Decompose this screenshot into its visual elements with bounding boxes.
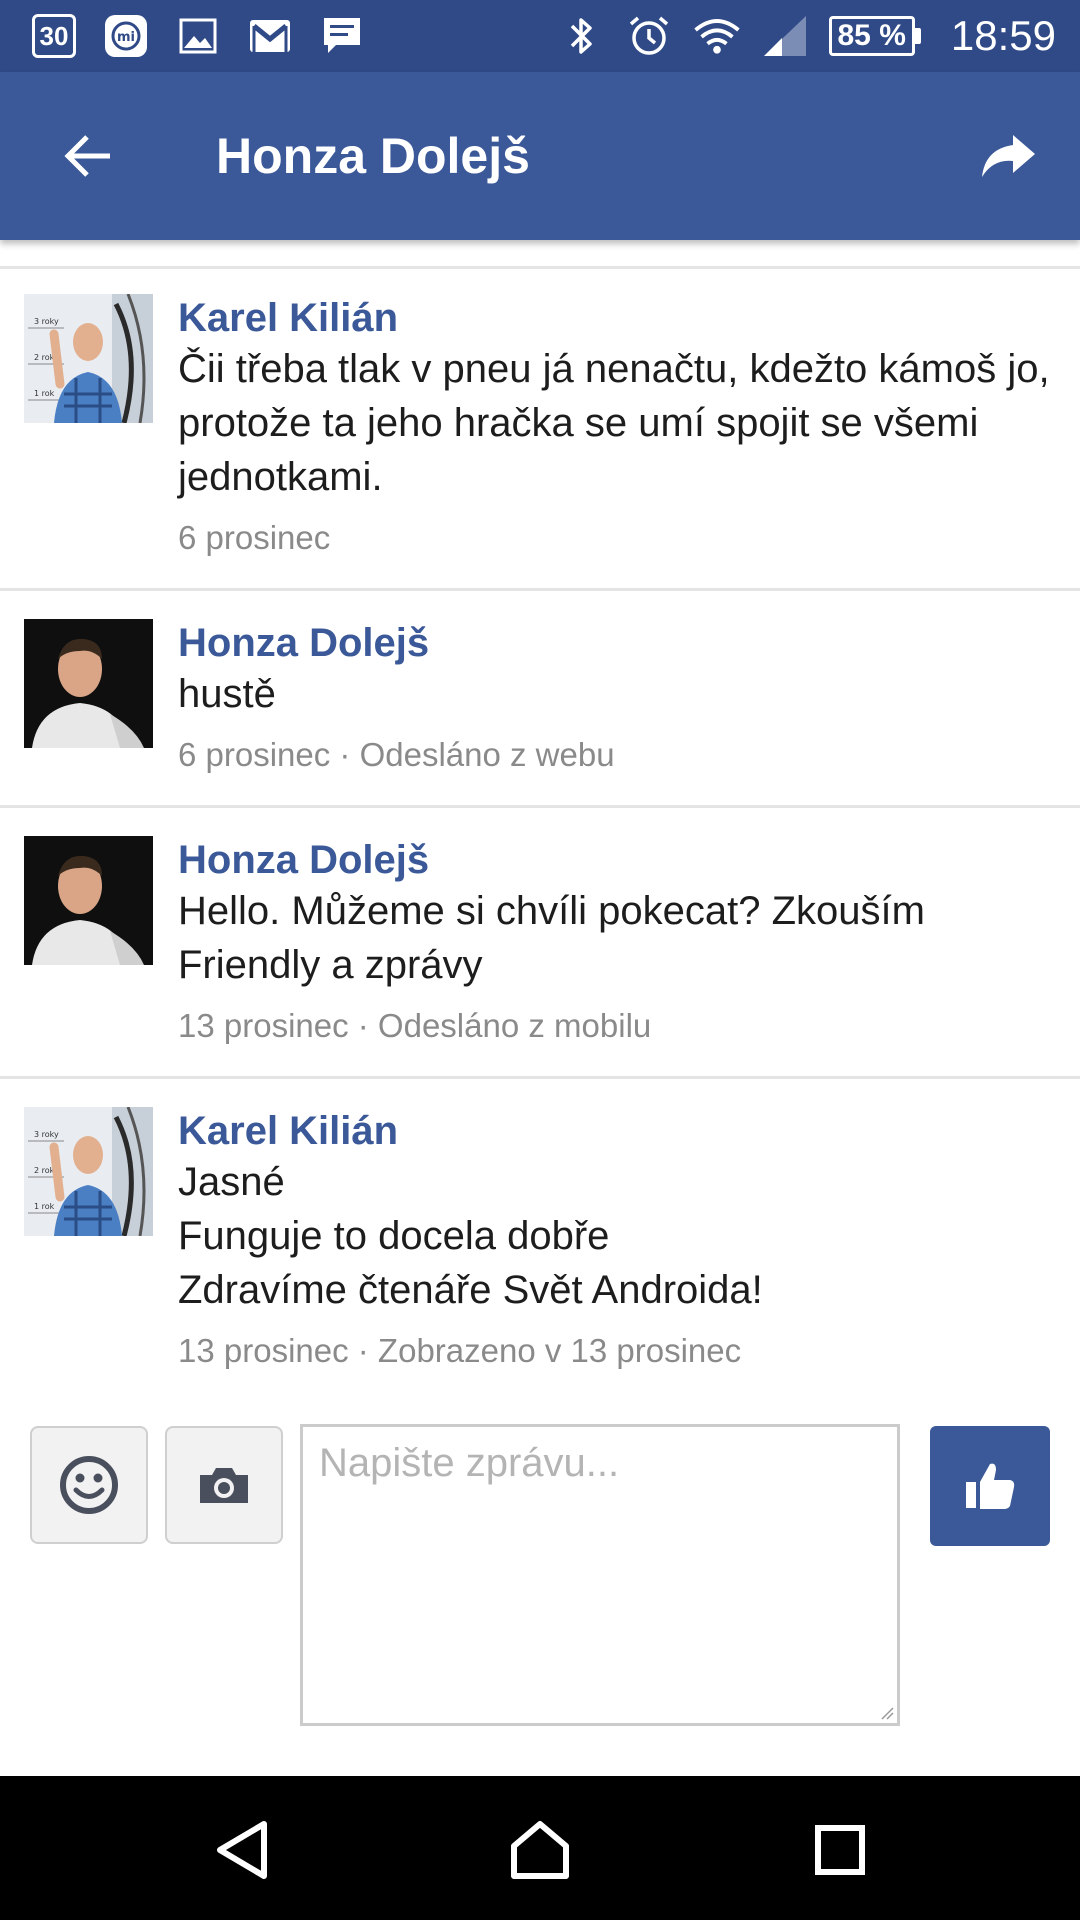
- message-meta: 13 prosinec · Zobrazeno v 13 prosinec: [178, 1332, 742, 1369]
- like-button[interactable]: [930, 1426, 1050, 1546]
- emoji-button[interactable]: [30, 1426, 148, 1544]
- avatar[interactable]: [24, 619, 153, 748]
- gmail-icon: [246, 12, 294, 60]
- conversation-title: Honza Dolejš: [216, 128, 530, 184]
- bluetooth-icon: [557, 12, 605, 60]
- message-line: Funguje to docela dobře: [178, 1214, 610, 1258]
- composer: Napište zprávu...: [0, 1410, 1080, 1770]
- messenger-screen: 30 mi 85 % 18:59 Honza Dolejš 3 roky 2 r…: [0, 0, 1080, 1920]
- svg-text:1 rok: 1 rok: [34, 389, 55, 398]
- resize-handle-icon[interactable]: [880, 1706, 894, 1720]
- share-icon[interactable]: [976, 124, 1040, 188]
- message-sender[interactable]: Karel Kilián: [178, 294, 1050, 342]
- thumbs-up-icon: [966, 1463, 1015, 1509]
- message-sender[interactable]: Honza Dolejš: [178, 836, 1050, 884]
- message-text: Čii třeba tlak v pneu já nenačtu, kdežto…: [178, 342, 1050, 504]
- camera-button[interactable]: [165, 1426, 283, 1544]
- emoji-icon: [60, 1456, 118, 1514]
- message-line: Zdravíme čtenáře Svět Androida!: [178, 1268, 763, 1312]
- avatar[interactable]: [24, 836, 153, 965]
- mi-label: mi: [117, 30, 135, 45]
- signal-icon: [761, 12, 809, 60]
- message-line: hustě: [178, 672, 276, 716]
- svg-text:3 roky: 3 roky: [34, 317, 59, 326]
- battery-icon: 85 %: [828, 16, 921, 56]
- message-item[interactable]: Honza Dolejš hustě 6 prosinec · Odesláno…: [0, 591, 1080, 808]
- camera-icon: [200, 1468, 248, 1503]
- system-icons: 85 % 18:59: [557, 12, 1056, 60]
- status-time: 18:59: [950, 12, 1056, 59]
- navigation-bar: [0, 1776, 1080, 1920]
- message-sender[interactable]: Karel Kilián: [178, 1107, 1050, 1155]
- battery-percent: 85 %: [828, 16, 915, 56]
- avatar[interactable]: 3 roky 2 roky 1 rok: [24, 294, 153, 423]
- message-item[interactable]: 3 roky 2 roky 1 rok Karel Kilián Jasné F…: [0, 1079, 1080, 1401]
- nav-recents-icon[interactable]: [802, 1812, 878, 1888]
- message-input[interactable]: Napište zprávu...: [300, 1424, 900, 1726]
- message-line: Čii třeba tlak v pneu já nenačtu, kdežto…: [178, 347, 1050, 499]
- arrow-back-icon[interactable]: [56, 124, 120, 188]
- avatar[interactable]: 3 roky 2 roky 1 rok: [24, 1107, 153, 1236]
- message-meta: 6 prosinec: [178, 519, 331, 556]
- message-line: Hello. Můžeme si chvíli pokecat? Zkouším…: [178, 889, 925, 987]
- message-text: hustě: [178, 667, 1050, 721]
- svg-text:3 roky: 3 roky: [34, 1130, 59, 1139]
- message-input-placeholder: Napište zprávu...: [319, 1441, 620, 1485]
- message-icon: [318, 12, 366, 60]
- message-text: Hello. Můžeme si chvíli pokecat? Zkouším…: [178, 884, 1050, 992]
- notification-icons: 30 mi: [30, 12, 366, 60]
- message-list: 3 roky 2 roky 1 rok Karel Kilián Čii tře…: [0, 266, 1080, 1401]
- message-item[interactable]: 3 roky 2 roky 1 rok Karel Kilián Čii tře…: [0, 266, 1080, 591]
- message-meta: 13 prosinec · Odesláno z mobilu: [178, 1007, 652, 1044]
- calendar-day: 30: [32, 14, 76, 58]
- message-item[interactable]: Honza Dolejš Hello. Můžeme si chvíli pok…: [0, 808, 1080, 1079]
- status-bar: 30 mi 85 % 18:59: [0, 0, 1080, 72]
- app-bar: Honza Dolejš: [0, 72, 1080, 240]
- svg-text:1 rok: 1 rok: [34, 1202, 55, 1211]
- nav-home-icon[interactable]: [502, 1812, 578, 1888]
- gallery-icon: [174, 12, 222, 60]
- wifi-icon: [693, 12, 741, 60]
- message-line: Jasné: [178, 1160, 285, 1204]
- nav-back-icon[interactable]: [204, 1812, 280, 1888]
- message-sender[interactable]: Honza Dolejš: [178, 619, 1050, 667]
- message-meta: 6 prosinec · Odesláno z webu: [178, 736, 615, 773]
- message-text: Jasné Funguje to docela dobře Zdravíme č…: [178, 1155, 1050, 1317]
- mi-icon: mi: [102, 12, 150, 60]
- alarm-icon: [625, 12, 673, 60]
- calendar-icon: 30: [30, 12, 78, 60]
